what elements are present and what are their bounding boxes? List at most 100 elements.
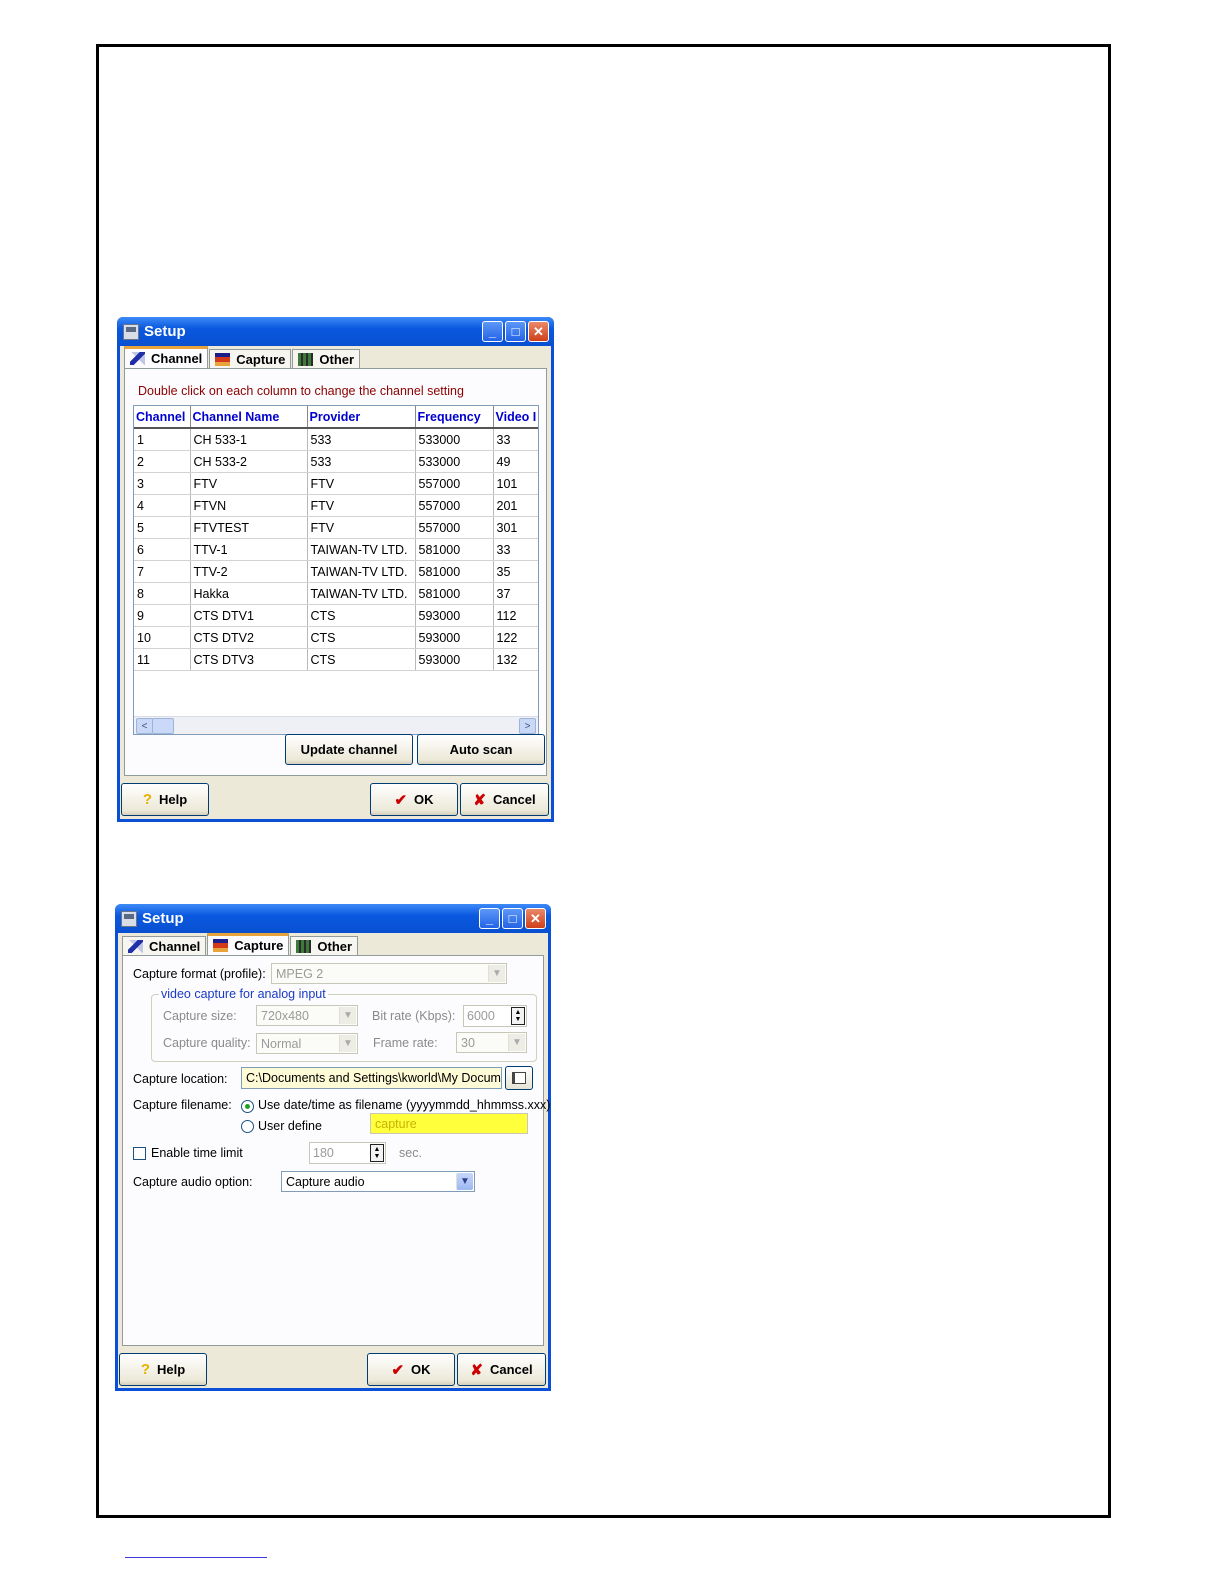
scroll-left-icon[interactable]: < <box>136 718 153 734</box>
table-cell[interactable]: FTV <box>307 494 416 517</box>
table-cell[interactable]: 2 <box>134 450 191 473</box>
table-cell[interactable]: CTS <box>307 626 416 649</box>
table-row[interactable]: 1 CH 533-1 533 533000 33 <box>134 428 538 451</box>
auto-scan-button[interactable]: Auto scan <box>417 734 545 765</box>
table-cell[interactable]: 581000 <box>415 560 494 583</box>
table-cell[interactable]: TTV-2 <box>190 560 308 583</box>
table-cell[interactable]: 533000 <box>415 450 494 473</box>
title-bar[interactable]: Setup _ □ ✕ <box>115 904 551 933</box>
table-cell[interactable]: 533000 <box>415 428 494 451</box>
ok-button[interactable]: ✔ OK <box>370 783 458 816</box>
table-cell[interactable]: 557000 <box>415 494 494 517</box>
close-button[interactable]: ✕ <box>525 908 546 929</box>
table-row[interactable]: 9 CTS DTV1 CTS 593000 112 <box>134 604 538 627</box>
table-cell[interactable]: 6 <box>134 538 191 561</box>
frame-rate-select[interactable]: 30 ▼ <box>456 1032 527 1053</box>
tab-capture[interactable]: Capture <box>207 933 290 955</box>
table-cell[interactable]: 201 <box>493 494 538 517</box>
channel-grid[interactable]: Channel Channel Name Provider Frequency … <box>133 405 539 735</box>
table-cell[interactable]: Hakka <box>190 582 308 605</box>
table-cell[interactable]: 557000 <box>415 516 494 539</box>
table-cell[interactable]: 557000 <box>415 472 494 495</box>
table-cell[interactable]: 1 <box>134 428 191 451</box>
table-cell[interactable]: 37 <box>493 582 538 605</box>
column-header[interactable]: Provider <box>307 406 416 429</box>
maximize-button[interactable]: □ <box>505 321 526 342</box>
column-header[interactable]: Video I <box>493 406 538 429</box>
table-cell[interactable]: 35 <box>493 560 538 583</box>
table-row[interactable]: 3 FTV FTV 557000 101 <box>134 472 538 495</box>
table-cell[interactable]: 593000 <box>415 648 494 671</box>
help-button[interactable]: ? Help <box>119 1353 207 1386</box>
table-cell[interactable]: CTS DTV3 <box>190 648 308 671</box>
enable-time-limit-label[interactable]: Enable time limit <box>151 1146 243 1160</box>
scroll-right-icon[interactable]: > <box>519 718 536 734</box>
enable-time-limit-checkbox[interactable] <box>133 1147 146 1160</box>
title-bar[interactable]: Setup _ □ ✕ <box>117 317 554 346</box>
table-cell[interactable]: 8 <box>134 582 191 605</box>
user-define-field[interactable]: capture <box>370 1113 528 1134</box>
table-cell[interactable]: 3 <box>134 472 191 495</box>
radio-datetime-label[interactable]: Use date/time as filename (yyyymmdd_hhmm… <box>258 1098 550 1112</box>
column-header[interactable]: Frequency <box>415 406 494 429</box>
audio-option-select[interactable]: Capture audio ▼ <box>281 1171 475 1192</box>
table-cell[interactable]: 9 <box>134 604 191 627</box>
table-cell[interactable]: 132 <box>493 648 538 671</box>
table-cell[interactable]: 301 <box>493 516 538 539</box>
tab-capture[interactable]: Capture <box>209 349 292 368</box>
column-header[interactable]: Channel Name <box>190 406 308 429</box>
capture-location-field[interactable]: C:\Documents and Settings\kworld\My Docu… <box>241 1067 502 1089</box>
table-cell[interactable]: 33 <box>493 428 538 451</box>
table-row[interactable]: 10 CTS DTV2 CTS 593000 122 <box>134 626 538 649</box>
table-row[interactable]: 5 FTVTEST FTV 557000 301 <box>134 516 538 539</box>
table-cell[interactable]: CTS <box>307 648 416 671</box>
time-limit-stepper[interactable]: 180 ▲ ▼ <box>309 1142 386 1164</box>
table-cell[interactable]: FTV <box>190 472 308 495</box>
minimize-button[interactable]: _ <box>482 321 503 342</box>
close-button[interactable]: ✕ <box>528 321 549 342</box>
table-row[interactable]: 6 TTV-1 TAIWAN-TV LTD. 581000 33 <box>134 538 538 561</box>
table-cell[interactable]: 10 <box>134 626 191 649</box>
radio-datetime[interactable] <box>241 1100 254 1113</box>
table-row[interactable]: 11 CTS DTV3 CTS 593000 132 <box>134 648 538 671</box>
browse-folder-button[interactable] <box>505 1066 533 1090</box>
table-cell[interactable]: 581000 <box>415 582 494 605</box>
table-cell[interactable]: 49 <box>493 450 538 473</box>
spinner-arrows-icon[interactable]: ▲ ▼ <box>511 1007 525 1025</box>
table-cell[interactable]: FTVTEST <box>190 516 308 539</box>
table-cell[interactable]: 593000 <box>415 626 494 649</box>
table-cell[interactable]: 5 <box>134 516 191 539</box>
table-cell[interactable]: 122 <box>493 626 538 649</box>
table-cell[interactable]: 101 <box>493 472 538 495</box>
table-cell[interactable]: CTS DTV2 <box>190 626 308 649</box>
capture-quality-select[interactable]: Normal ▼ <box>256 1033 358 1054</box>
maximize-button[interactable]: □ <box>502 908 523 929</box>
scroll-thumb[interactable] <box>152 718 174 734</box>
tab-channel[interactable]: Channel <box>124 346 209 368</box>
table-cell[interactable]: 33 <box>493 538 538 561</box>
tab-other[interactable]: Other <box>292 349 361 368</box>
spinner-arrows-icon[interactable]: ▲ ▼ <box>370 1144 384 1162</box>
table-cell[interactable]: TAIWAN-TV LTD. <box>307 538 416 561</box>
capture-format-select[interactable]: MPEG 2 ▼ <box>271 963 507 984</box>
column-header[interactable]: Channel <box>134 406 191 429</box>
table-row[interactable]: 7 TTV-2 TAIWAN-TV LTD. 581000 35 <box>134 560 538 583</box>
table-cell[interactable]: TAIWAN-TV LTD. <box>307 582 416 605</box>
cancel-button[interactable]: ✘ Cancel <box>457 1353 546 1386</box>
bit-rate-stepper[interactable]: 6000 ▲ ▼ <box>463 1005 527 1027</box>
table-cell[interactable]: 7 <box>134 560 191 583</box>
table-cell[interactable]: CH 533-2 <box>190 450 308 473</box>
table-cell[interactable]: 533 <box>307 428 416 451</box>
minimize-button[interactable]: _ <box>479 908 500 929</box>
ok-button[interactable]: ✔ OK <box>367 1353 455 1386</box>
update-channel-button[interactable]: Update channel <box>285 734 413 765</box>
table-cell[interactable]: CH 533-1 <box>190 428 308 451</box>
table-cell[interactable]: FTV <box>307 472 416 495</box>
table-cell[interactable]: CTS <box>307 604 416 627</box>
capture-size-select[interactable]: 720x480 ▼ <box>256 1005 358 1026</box>
table-cell[interactable]: 593000 <box>415 604 494 627</box>
table-cell[interactable]: 533 <box>307 450 416 473</box>
table-cell[interactable]: 581000 <box>415 538 494 561</box>
table-row[interactable]: 8 Hakka TAIWAN-TV LTD. 581000 37 <box>134 582 538 605</box>
table-cell[interactable]: TTV-1 <box>190 538 308 561</box>
